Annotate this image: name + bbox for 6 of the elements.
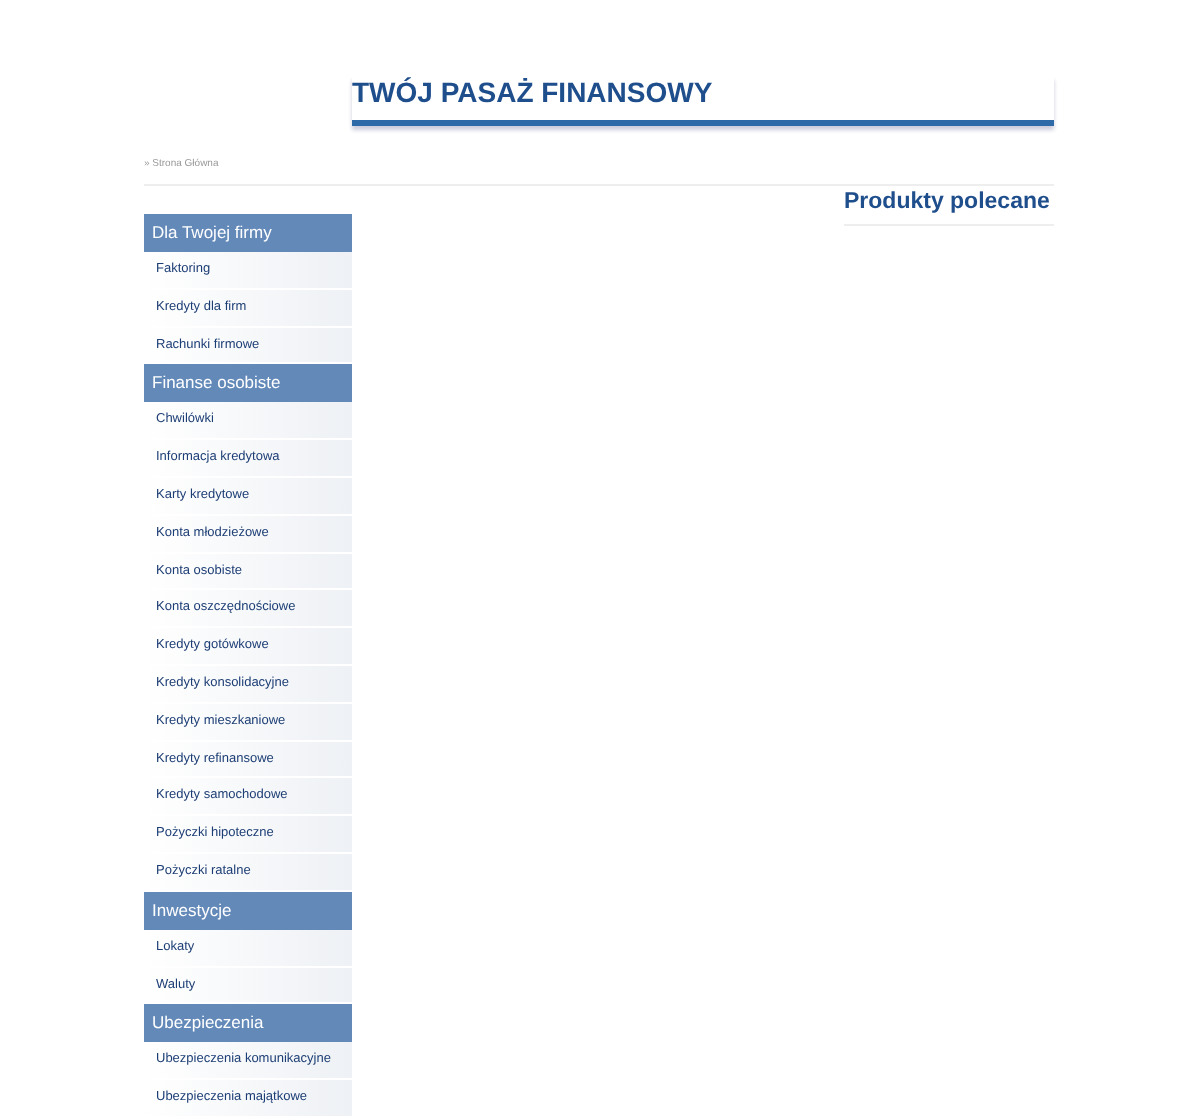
- sidebar-section-header: Finanse osobiste: [144, 364, 352, 403]
- featured-heading: Produkty polecane: [844, 190, 1054, 226]
- sidebar-section-header: Ubezpieczenia: [144, 1004, 352, 1043]
- sidebar-section-header: Dla Twojej firmy: [144, 214, 352, 252]
- site-title[interactable]: TWÓJ PASAŻ FINANSOWY: [352, 76, 1054, 126]
- sidebar-section-header: Inwestycje: [144, 891, 352, 930]
